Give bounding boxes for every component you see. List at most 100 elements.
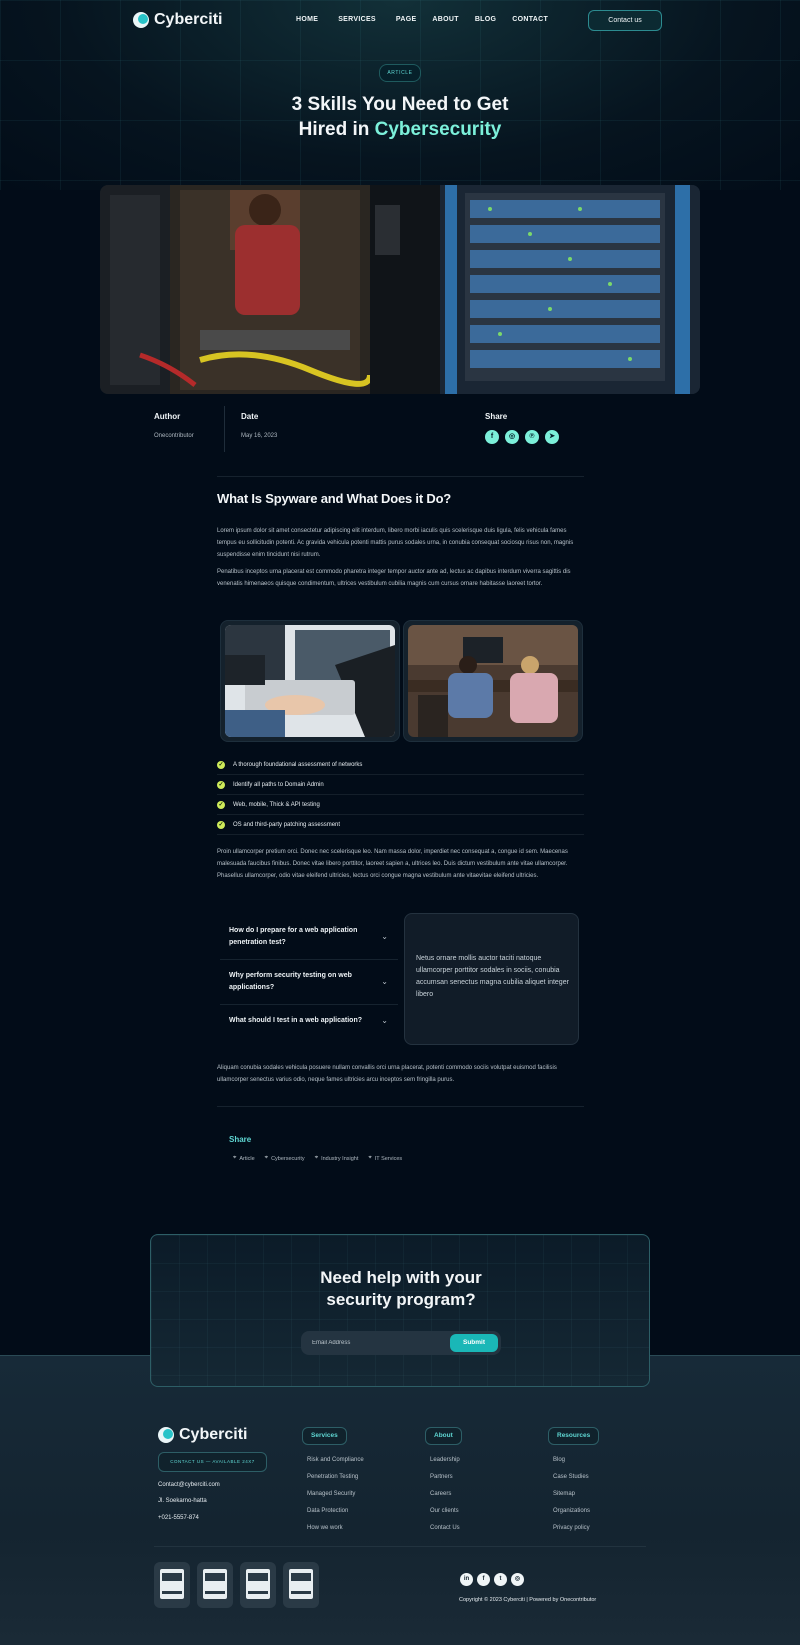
instagram-icon[interactable]: ◎ [505,430,519,444]
article-pill: ARTICLE [379,64,421,82]
list-item: ✓ OS and third-party patching assessment [217,815,584,835]
share-label: Share [485,412,508,421]
page-title-accent: Cybersecurity [374,119,502,140]
email-field[interactable] [312,1331,432,1355]
faq-question: How do I prepare for a web application p… [229,927,358,946]
list-item-label: Identify all paths to Domain Admin [233,781,324,788]
menu-item-home[interactable]: HOME [296,16,318,23]
tag-label: IT Services [374,1155,403,1162]
date-label: Date [241,412,259,421]
logo-icon [158,1427,174,1443]
footer-link[interactable]: Partners [430,1474,453,1480]
footer-link[interactable]: Contact Us [430,1525,460,1531]
footer-link[interactable]: How we work [307,1525,343,1531]
menu-item-services[interactable]: SERVICES [338,16,376,23]
footer-link[interactable]: Organizations [553,1508,590,1514]
check-icon: ✓ [217,780,225,789]
server-room-photo [100,185,700,394]
menu-item-blog[interactable]: BLOG [475,16,496,23]
footer-link[interactable]: Managed Security [307,1491,355,1497]
cta-title-line1: Need help with your [320,1268,482,1287]
chevron-down-icon: ⌄ [381,977,388,986]
pinterest-icon[interactable]: ℗ [525,430,539,444]
share-icons: f ◎ ℗ ➤ [485,430,559,444]
footer-column-services-title: Services [302,1427,347,1445]
availability-badge: CONTACT US — AVAILABLE 24X7 [158,1452,267,1472]
footer-link[interactable]: Sitemap [553,1491,575,1497]
facebook-icon[interactable]: f [485,430,499,444]
article-image-laptops [220,620,400,742]
footer-email[interactable]: Contact@cyberciti.com [158,1482,220,1488]
tag-icon: ⌖ [264,1155,269,1161]
footer-link[interactable]: Privacy policy [553,1525,590,1531]
submit-button[interactable]: Submit [450,1334,498,1352]
logo-text: Cyberciti [154,11,223,28]
date-value: May 16, 2023 [241,433,278,439]
tag[interactable]: ⌖ Article [233,1155,255,1162]
team-photo [408,625,578,737]
footer-link[interactable]: Blog [553,1457,565,1463]
twitter-icon[interactable]: t [494,1573,507,1586]
main-menu: HOME SERVICES PAGE ABOUT BLOG CONTACT [296,16,548,23]
check-icon: ✓ [217,800,225,809]
footer-link[interactable]: Careers [430,1491,451,1497]
page-title-line2: Hired in Cybersecurity [200,117,600,142]
divider [217,1106,584,1107]
linkedin-icon[interactable]: in [460,1573,473,1586]
share-heading: Share [229,1135,252,1144]
site-logo[interactable]: Cyberciti [133,11,222,29]
page-title: 3 Skills You Need to Get Hired in Cybers… [200,92,600,142]
newsletter-form: Submit [301,1331,501,1355]
tag-icon: ⌖ [233,1155,237,1161]
meta-divider [224,406,225,452]
menu-item-page[interactable]: PAGE [396,16,417,23]
instagram-icon[interactable]: ◎ [511,1573,524,1586]
article-paragraph: Aliquam conubia sodales vehicula posuere… [217,1065,557,1083]
tag-icon: ⌖ [314,1155,319,1161]
footer-link[interactable]: Leadership [430,1457,460,1463]
menu-item-about[interactable]: ABOUT [432,16,458,23]
faq-item[interactable]: Why perform security testing on web appl… [220,960,398,1005]
faq-question: What should I test in a web application? [229,1017,363,1024]
footer-divider [154,1546,646,1547]
tag-icon: ⌖ [368,1155,372,1161]
list-item-label: A thorough foundational assessment of ne… [233,761,363,768]
list-item: ✓ Web, mobile, Thick & API testing [217,795,584,815]
footer-link[interactable]: Risk and Compliance [307,1457,364,1463]
faq-item[interactable]: How do I prepare for a web application p… [220,915,398,960]
logo-icon [133,12,149,28]
footer-column-about-title: About [425,1427,462,1445]
cta-title: Need help with your security program? [151,1267,651,1311]
tag[interactable]: ⌖ Industry Insight [315,1155,359,1162]
facebook-icon[interactable]: f [477,1573,490,1586]
cta-card: Need help with your security program? Su… [150,1234,650,1387]
faq-item[interactable]: What should I test in a web application?… [220,1005,398,1037]
contact-us-button[interactable]: Contact us [588,10,662,31]
faq-question: Why perform security testing on web appl… [229,972,352,991]
award-badge-icon [240,1562,276,1608]
menu-item-contact[interactable]: CONTACT [512,16,548,23]
article-heading: What Is Spyware and What Does it Do? [217,491,452,506]
footer-link[interactable]: Penetration Testing [307,1474,358,1480]
tag-list: ⌖ Article ⌖ Cybersecurity ⌖ Industry Insigh… [233,1155,402,1162]
article-image-team [403,620,583,742]
footer-logo[interactable]: Cyberciti [158,1426,247,1444]
article-paragraph: Penatibus inceptos urna placerat est com… [217,569,571,587]
chevron-down-icon: ⌄ [381,932,388,941]
faq-accordion: How do I prepare for a web application p… [220,915,398,1037]
award-badge-icon [154,1562,190,1608]
footer-link[interactable]: Our clients [430,1508,459,1514]
page-title-line1: 3 Skills You Need to Get [291,94,509,115]
laptops-photo [225,625,395,737]
tag[interactable]: ⌖ IT Services [368,1155,402,1162]
footer-phone[interactable]: +021-5557-874 [158,1515,199,1521]
footer-column-resources-title: Resources [548,1427,600,1445]
footer-link[interactable]: Case Studies [553,1474,589,1480]
telegram-icon[interactable]: ➤ [545,430,559,444]
tag[interactable]: ⌖ Cybersecurity [265,1155,305,1162]
check-icon: ✓ [217,760,225,769]
author-value[interactable]: Onecontributor [154,433,194,439]
footer-link[interactable]: Data Protection [307,1508,348,1514]
list-item-label: OS and third-party patching assessment [233,821,341,828]
faq-answer-text: Netus ornare mollis auctor taciti natoqu… [416,955,569,998]
